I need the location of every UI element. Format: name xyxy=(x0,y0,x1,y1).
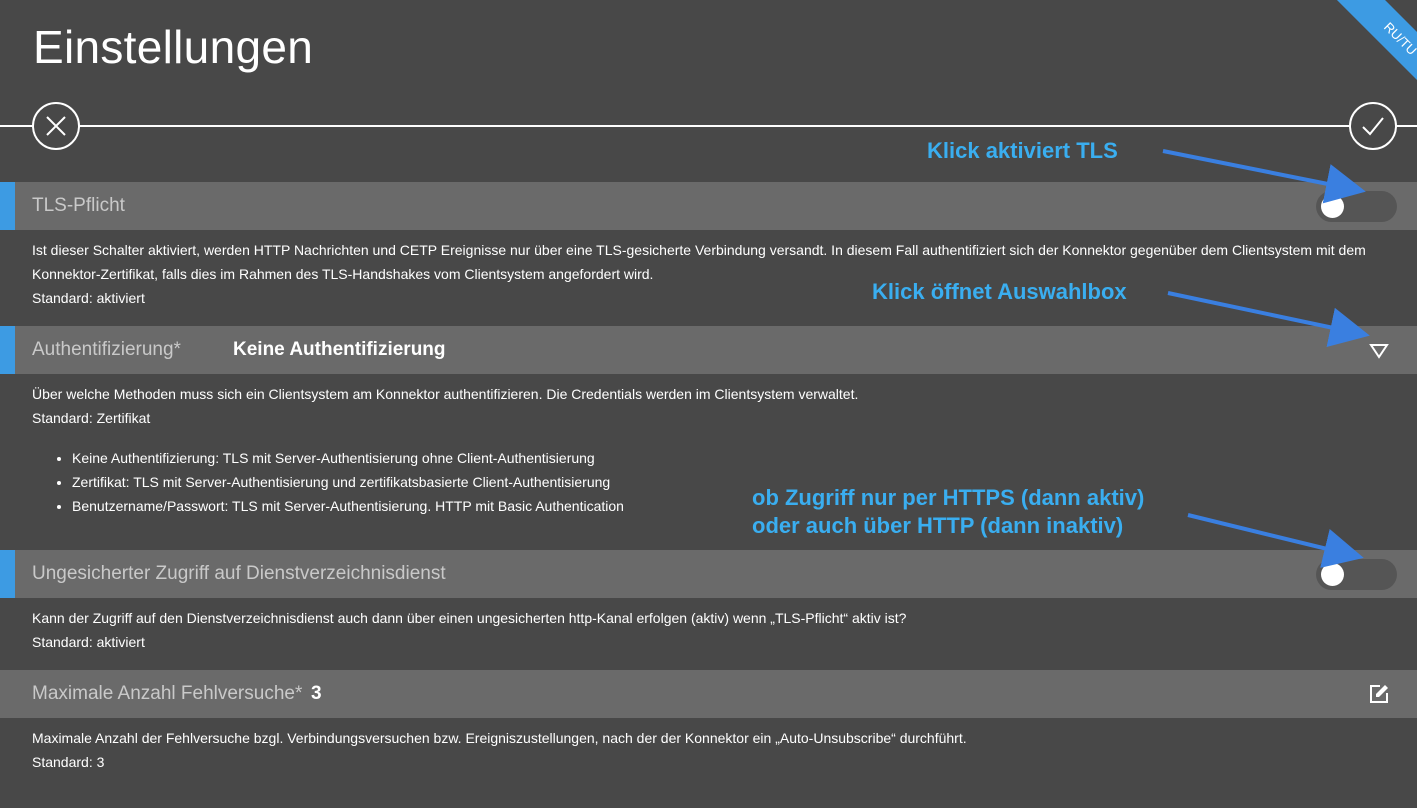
annotation-arrow-authentication xyxy=(1167,291,1370,347)
annotation-arrow-tls xyxy=(1162,149,1366,204)
annotation-arrow-access xyxy=(1187,513,1364,568)
annotation-arrows xyxy=(1162,149,1370,568)
